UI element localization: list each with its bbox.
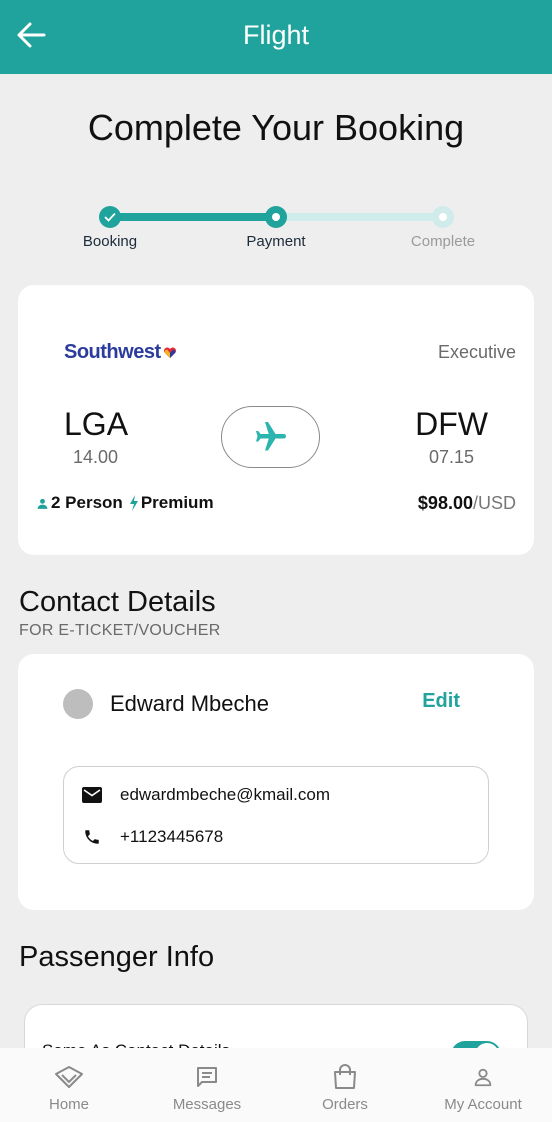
destination-airport-code: DFW [415,406,488,442]
contact-phone: +1123445678 [120,827,224,846]
nav-home-label: Home [48,1096,89,1113]
edit-contact-button[interactable]: Edit [422,690,460,713]
app-bar-title: Flight [242,20,310,50]
airplane-icon [255,422,286,451]
airline-name: Southwest [64,341,161,363]
nav-orders[interactable]: Orders [276,1048,414,1122]
phone-icon [82,827,102,847]
contact-details-title: Contact Details [19,586,216,618]
user-icon [472,1064,494,1090]
passenger-info-title: Passenger Info [19,941,215,973]
arrival-time: 07.15 [428,447,474,467]
contact-card: Edward Mbeche Edit edwardmbeche@kmail.co… [18,654,534,910]
contact-name: Edward Mbeche [110,691,269,716]
contact-info-box: edwardmbeche@kmail.com +1123445678 [63,766,489,864]
messages-icon [195,1064,219,1090]
flight-price: $98.00/USD [418,493,516,514]
booking-stepper: Booking Payment Complete [0,200,552,260]
cabin-class: Executive [437,342,516,362]
contact-email-row: edwardmbeche@kmail.com [82,785,330,805]
step-payment-label: Payment [246,233,306,250]
step-complete-label: Complete [410,233,476,250]
step-booking-dot [99,206,121,228]
lightning-icon [129,495,139,511]
nav-my-account-label: My Account [444,1096,522,1113]
departure-time: 14.00 [73,447,119,467]
nav-messages-label: Messages [172,1096,242,1113]
price-amount: $98.00 [417,493,473,513]
airline-logo: Southwest [64,341,177,364]
contact-phone-row: +1123445678 [82,827,223,847]
home-icon [54,1064,84,1090]
bottom-navigation: Home Messages Orders My Account [0,1048,552,1122]
heart-logo-icon [163,346,176,358]
contact-email: edwardmbeche@kmail.com [120,785,331,804]
nav-home[interactable]: Home [0,1048,138,1122]
nav-my-account[interactable]: My Account [414,1048,552,1122]
app-bar: Flight [0,0,552,74]
passenger-count: 2 Person [51,493,123,512]
stepper-line-pending [276,213,443,221]
flight-direction-badge [221,406,320,468]
price-currency: /USD [472,493,516,513]
shopping-bag-icon [332,1064,358,1090]
mail-icon [82,785,102,805]
origin-airport-code: LGA [64,406,129,442]
page-title: Complete Your Booking [87,107,465,148]
step-payment-dot [265,206,287,228]
nav-orders-label: Orders [322,1096,368,1113]
stepper-line-done [110,213,276,221]
avatar [63,689,93,719]
check-icon [104,212,116,222]
step-booking-label: Booking [82,233,138,250]
nav-messages[interactable]: Messages [138,1048,276,1122]
fare-type: Premium [140,493,214,512]
flight-summary-card: Southwest Executive LGA 14.00 DFW 07.15 … [18,285,534,555]
contact-details-subtitle: FOR E-TICKET/VOUCHER [19,622,221,639]
step-complete-dot [432,206,454,228]
person-icon [36,497,49,510]
booking-meta: 2 Person Premium [36,493,214,513]
